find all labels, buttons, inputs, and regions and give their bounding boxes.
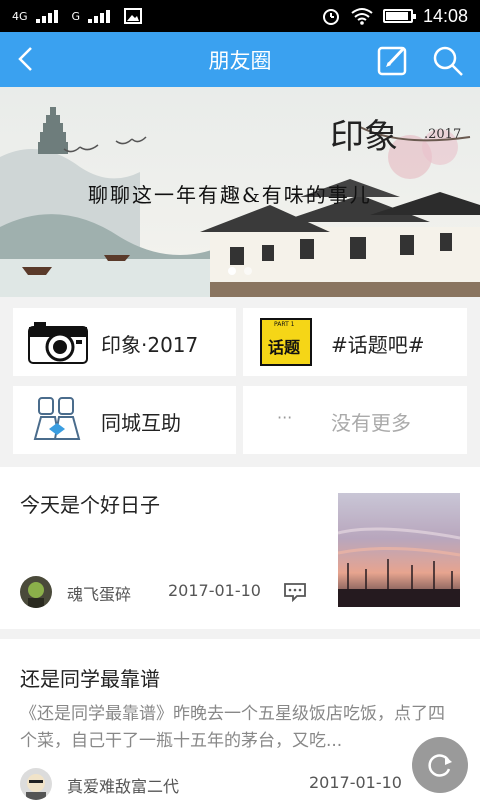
post-author[interactable]: 真爱难敌富二代	[67, 773, 179, 797]
post-author[interactable]: 魂飞蛋碎	[67, 581, 131, 605]
carousel-indicator	[228, 267, 252, 275]
quick-link-label: 没有更多	[331, 411, 411, 435]
people-icon	[33, 397, 81, 440]
quick-link-yinxiang[interactable]: 印象·2017	[13, 308, 236, 376]
post-thumbnail	[338, 493, 460, 607]
post-card[interactable]: 今天是个好日子 魂飞蛋碎 2017-01-10	[0, 467, 480, 629]
battery-fill	[385, 12, 408, 20]
status-time: 14:08	[422, 5, 468, 26]
post-title: 还是同学最靠谱	[20, 667, 160, 691]
refresh-icon	[428, 754, 452, 777]
battery-icon	[382, 9, 416, 23]
back-arrow-icon[interactable]	[12, 44, 42, 74]
comment-icon[interactable]	[283, 582, 307, 602]
author-avatar[interactable]	[20, 768, 52, 800]
image-notification-icon	[124, 8, 143, 24]
more-dots-icon: ···	[277, 408, 293, 427]
author-avatar[interactable]	[20, 576, 52, 608]
status-bar: 4G G 14:08	[0, 0, 480, 32]
topic-icon-small-text: PART 1	[274, 321, 295, 328]
carousel-dot[interactable]	[228, 267, 236, 275]
page-title: 朋友圈	[208, 48, 272, 73]
banner-year: .2017	[424, 127, 462, 142]
signal-4g: 4G	[12, 9, 28, 23]
signal-bars-icon	[35, 10, 58, 23]
search-icon[interactable]	[430, 43, 466, 79]
post-date: 2017-01-10	[309, 773, 402, 792]
post-title: 今天是个好日子	[20, 493, 160, 517]
alarm-icon	[322, 9, 339, 25]
quick-links-grid: 印象·2017 PART 1 话题 #话题吧# 同城互助 ··· 没有更多	[0, 297, 480, 463]
post-date: 2017-01-10	[168, 581, 261, 600]
refresh-fab[interactable]	[412, 737, 468, 793]
quick-link-label: #话题吧#	[331, 333, 425, 357]
quick-link-tongcheng[interactable]: 同城互助	[13, 386, 236, 454]
quick-link-label: 印象·2017	[101, 333, 199, 357]
banner-title: 印象	[330, 117, 398, 157]
banner-subtitle: 聊聊这一年有趣&有味的事儿	[88, 183, 372, 207]
edit-icon[interactable]	[376, 43, 410, 77]
topic-icon-text: 话题	[268, 338, 301, 357]
topic-icon: PART 1 话题	[260, 314, 312, 370]
post-card[interactable]: 还是同学最靠谱 《还是同学最靠谱》昨晚去一个五星级饭店吃饭，点了四个菜，自己干了…	[0, 639, 480, 800]
signal-g: G	[71, 9, 81, 23]
wifi-icon	[351, 8, 373, 25]
post-excerpt: 《还是同学最靠谱》昨晚去一个五星级饭店吃饭，点了四个菜，自己干了一瓶十五年的茅台…	[20, 704, 445, 751]
signal-bars-icon-2	[88, 10, 111, 23]
quick-link-no-more: ··· 没有更多	[243, 386, 467, 454]
camera-icon	[28, 322, 88, 364]
quick-link-label: 同城互助	[101, 411, 181, 435]
banner-carousel[interactable]: 印象 .2017 聊聊这一年有趣&有味的事儿	[0, 87, 480, 297]
quick-link-topic[interactable]: PART 1 话题 #话题吧#	[243, 308, 467, 376]
carousel-dot[interactable]	[244, 267, 252, 275]
app-header: 朋友圈	[0, 32, 480, 87]
